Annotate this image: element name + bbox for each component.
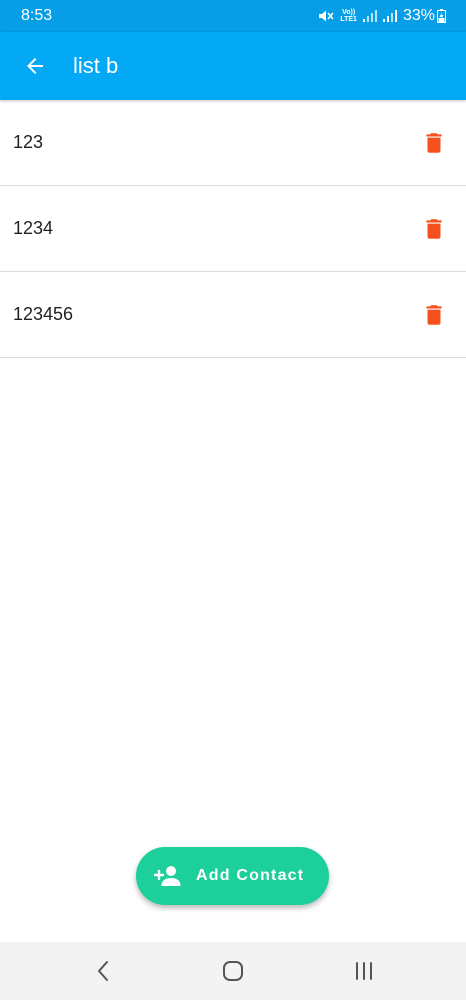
- trash-icon: [426, 132, 442, 153]
- nav-recents-button[interactable]: [334, 942, 394, 1000]
- volte-indicator: Vo)) LTE1: [340, 9, 357, 23]
- status-bar: 8:53 Vo)) LTE1 33%: [0, 0, 466, 32]
- list-item-label: 123456: [13, 304, 74, 324]
- contact-list: 123 1234 123456: [0, 100, 466, 358]
- list-item[interactable]: 1234: [0, 186, 466, 272]
- mute-icon: [319, 10, 334, 22]
- page-title: list b: [73, 53, 119, 78]
- list-item[interactable]: 123: [0, 100, 466, 186]
- nav-back-button[interactable]: [73, 942, 133, 1000]
- battery-percent: 33%: [402, 7, 435, 24]
- delete-button[interactable]: [418, 127, 450, 159]
- add-contact-button[interactable]: Add Contact: [136, 847, 329, 905]
- list-item-label: 1234: [13, 218, 54, 238]
- arrow-left-icon: [27, 58, 43, 74]
- home-square-icon: [223, 961, 243, 981]
- status-time: 8:53: [21, 7, 53, 24]
- chevron-left-icon: [98, 961, 108, 981]
- app-bar: list b: [0, 32, 466, 100]
- battery: 33%: [403, 7, 446, 25]
- delete-button[interactable]: [418, 299, 450, 331]
- delete-button[interactable]: [418, 213, 450, 245]
- fab-icon-wrap: [151, 865, 181, 887]
- list-item[interactable]: 123456: [0, 272, 466, 358]
- recents-icon: [356, 962, 372, 980]
- signal-icon-1: [362, 10, 377, 22]
- signal-icon-2: [382, 10, 397, 22]
- system-nav-bar: [0, 942, 466, 1000]
- person-add-icon: [153, 866, 181, 886]
- nav-home-button[interactable]: [203, 942, 263, 1000]
- status-icons: Vo)) LTE1 33%: [318, 7, 446, 25]
- trash-icon: [426, 304, 442, 325]
- add-contact-label: Add Contact: [196, 867, 305, 884]
- back-button[interactable]: [20, 51, 50, 81]
- list-item-label: 123: [13, 132, 44, 152]
- battery-charging-icon: [437, 9, 446, 23]
- trash-icon: [426, 218, 442, 239]
